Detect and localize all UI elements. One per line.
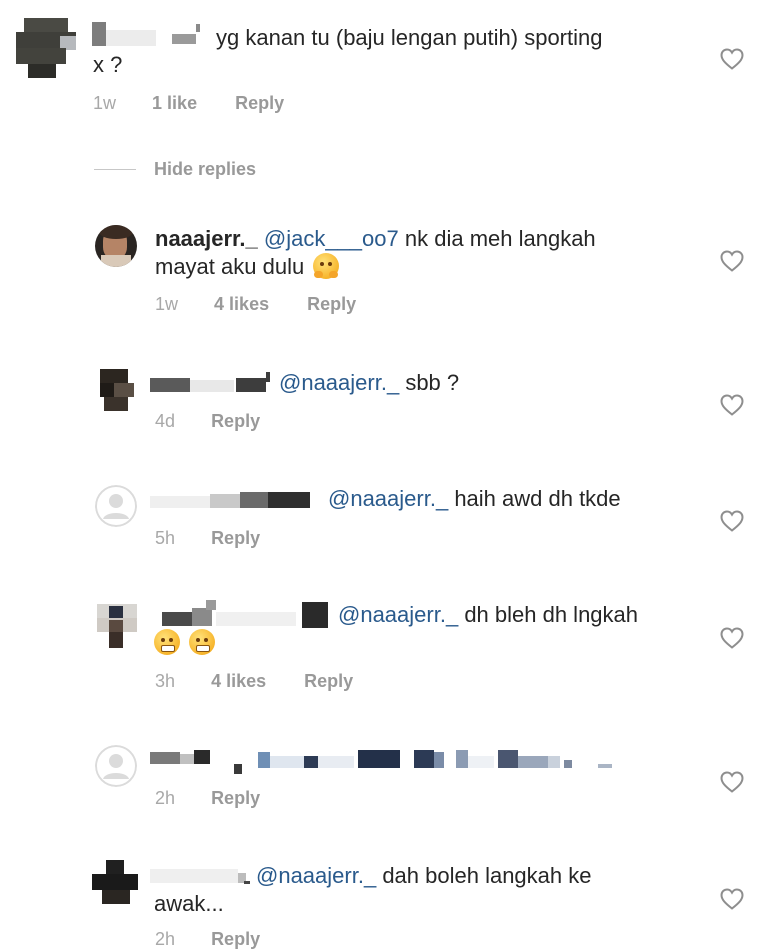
heart-outline-icon[interactable] — [720, 771, 744, 793]
reply-button[interactable]: Reply — [211, 788, 260, 808]
reply-button[interactable]: Reply — [235, 93, 284, 113]
timestamp: 1w — [93, 93, 117, 113]
avatar[interactable] — [97, 604, 137, 648]
comment-text: @naaajerr._ sbb ? — [279, 368, 459, 398]
avatar[interactable] — [92, 860, 138, 904]
comment-text: naaajerr._ @jack___oo7 nk dia meh langka… — [155, 224, 715, 254]
comment-meta: 2h Reply — [155, 787, 260, 809]
comment-body: haih awd dh tkde — [454, 486, 621, 511]
comment-body: dah boleh langkah ke — [382, 863, 592, 888]
timestamp: 2h — [155, 929, 176, 949]
redacted-username — [92, 22, 212, 48]
heart-outline-icon[interactable] — [720, 627, 744, 649]
avatar[interactable] — [95, 225, 137, 267]
redacted-username — [150, 372, 272, 396]
redacted-username — [150, 863, 252, 887]
hugging-face-emoji — [313, 253, 340, 279]
mention-link[interactable]: @naaajerr._ — [338, 602, 458, 627]
reply-button[interactable]: Reply — [211, 411, 260, 431]
reply-button[interactable]: Reply — [211, 528, 260, 548]
heart-outline-icon[interactable] — [720, 250, 744, 272]
reply-button[interactable]: Reply — [307, 294, 356, 314]
timestamp: 4d — [155, 411, 176, 431]
mention-link[interactable]: @naaajerr._ — [328, 486, 448, 511]
avatar[interactable] — [100, 369, 134, 411]
username[interactable]: naaajerr._ — [155, 226, 258, 251]
comment-text: @naaajerr._ dah boleh langkah ke — [256, 861, 591, 891]
comment-body: sbb ? — [405, 370, 460, 395]
comment-text-continued: mayat aku dulu — [155, 252, 340, 282]
comment-emoji-row — [154, 628, 216, 658]
comment-meta: 1w 4 likes Reply — [155, 293, 356, 315]
grimacing-emoji — [189, 629, 216, 655]
heart-outline-icon[interactable] — [720, 888, 744, 910]
default-avatar-icon[interactable] — [95, 485, 137, 527]
likes-count[interactable]: 1 like — [152, 93, 197, 113]
timestamp: 2h — [155, 788, 176, 808]
likes-count[interactable]: 4 likes — [214, 294, 269, 314]
mention-link[interactable]: @naaajerr._ — [279, 370, 399, 395]
heart-outline-icon[interactable] — [720, 48, 744, 70]
avatar[interactable] — [16, 18, 76, 78]
comment-text-continued: x ? — [93, 50, 122, 80]
comment-body: nk dia meh langkah — [404, 226, 596, 251]
comment-meta: 4d Reply — [155, 410, 260, 432]
comment-body-cont: awak... — [154, 891, 224, 916]
comment-body: dh bleh dh lngkah — [464, 602, 639, 627]
hide-replies-button[interactable]: Hide replies — [154, 158, 256, 180]
comment-body-cont: mayat aku dulu — [155, 254, 305, 279]
mention-link[interactable]: @naaajerr._ — [256, 863, 376, 888]
comment-text: @naaajerr._ haih awd dh tkde — [328, 484, 621, 514]
comment-text: yg kanan tu (baju lengan putih) sporting — [216, 23, 602, 53]
comment-meta: 3h 4 likes Reply — [155, 670, 353, 692]
comment-body-cont: x ? — [93, 52, 123, 77]
heart-outline-icon[interactable] — [720, 510, 744, 532]
comment-meta: 5h Reply — [155, 527, 260, 549]
reply-button[interactable]: Reply — [211, 929, 260, 949]
redacted-comment — [150, 746, 615, 776]
grimacing-emoji — [154, 629, 180, 655]
likes-count[interactable]: 4 likes — [211, 671, 266, 691]
comment-text-continued: awak... — [154, 889, 224, 919]
redacted-username — [150, 488, 320, 512]
redacted-username — [150, 600, 334, 630]
reply-button[interactable]: Reply — [304, 671, 353, 691]
timestamp: 3h — [155, 671, 176, 691]
comment-meta: 2h Reply — [155, 928, 260, 950]
default-avatar-icon[interactable] — [95, 745, 137, 787]
comment-body: yg kanan tu (baju lengan putih) sporting — [216, 25, 603, 50]
divider-line — [94, 169, 136, 170]
heart-outline-icon[interactable] — [720, 394, 744, 416]
timestamp: 1w — [155, 294, 179, 314]
comment-meta: 1w 1 like Reply — [93, 92, 284, 114]
comment-text: @naaajerr._ dh bleh dh lngkah — [338, 600, 638, 630]
timestamp: 5h — [155, 528, 176, 548]
mention-link[interactable]: @jack___oo7 — [264, 226, 399, 251]
